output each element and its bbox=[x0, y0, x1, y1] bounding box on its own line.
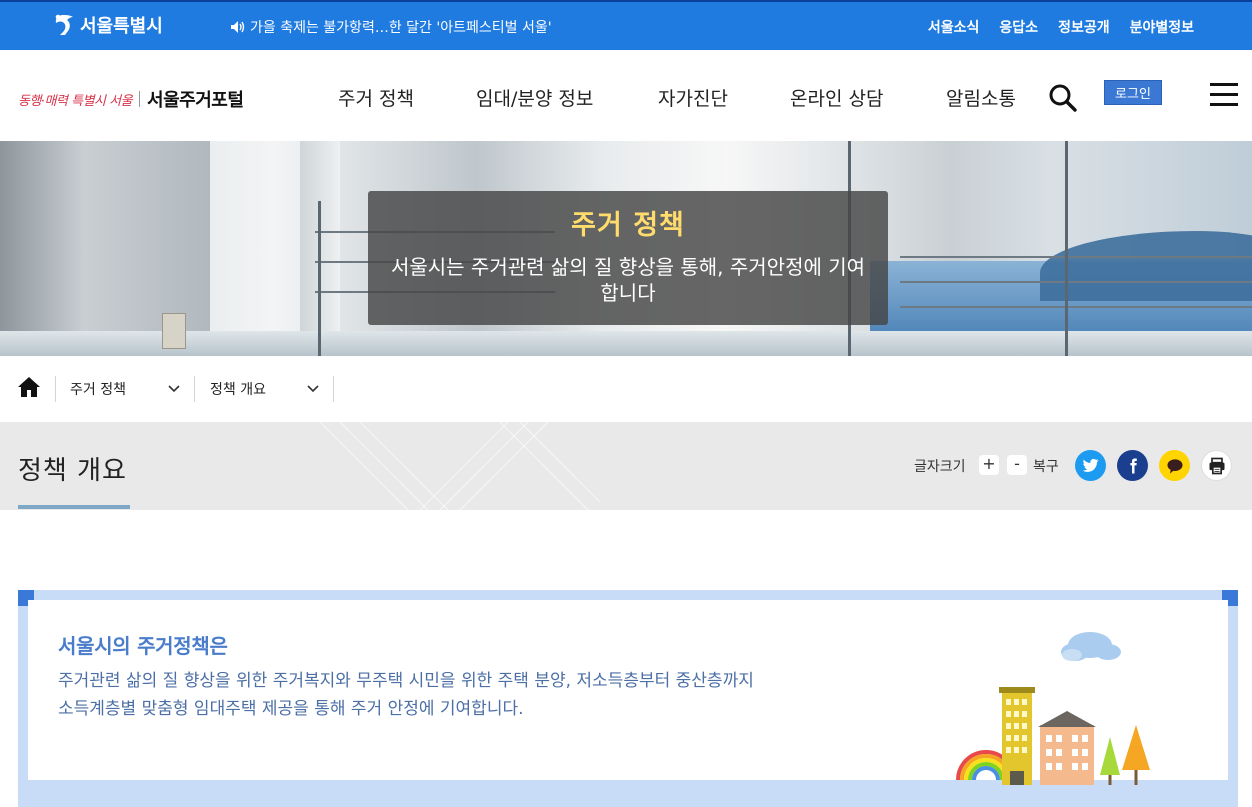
home-icon bbox=[18, 377, 40, 397]
nav-online-consult[interactable]: 온라인 상담 bbox=[790, 84, 883, 111]
wall-switch bbox=[162, 313, 186, 349]
twitter-icon bbox=[1082, 458, 1099, 472]
top-bar: 서울특별시 가을 축제는 불가항력…한 달간 '아트페스티벌 서울' 서울소식 … bbox=[0, 0, 1252, 50]
print-button[interactable] bbox=[1201, 450, 1232, 481]
seoul-logo-text: 서울특별시 bbox=[80, 16, 163, 37]
page-title-underline bbox=[18, 505, 130, 509]
nav-self-diagnosis[interactable]: 자가진단 bbox=[658, 84, 728, 111]
topnav-eungdapso[interactable]: 응답소 bbox=[999, 17, 1038, 37]
seoul-logo-icon bbox=[55, 14, 73, 35]
top-utility-nav: 서울소식 응답소 정보공개 분야별정보 bbox=[928, 17, 1194, 37]
print-icon bbox=[1209, 457, 1224, 474]
chevron-down-icon bbox=[168, 385, 180, 393]
seoul-city-logo[interactable]: 서울특별시 bbox=[50, 12, 163, 38]
hero-title: 주거 정책 bbox=[571, 210, 685, 241]
breadcrumb-level1-dropdown[interactable]: 주거 정책 bbox=[70, 376, 182, 402]
font-decrease-button[interactable]: - bbox=[1007, 455, 1027, 475]
topnav-info-disclosure[interactable]: 정보공개 bbox=[1058, 17, 1110, 37]
page-title-bar: 정책 개요 글자크기 + - 복구 bbox=[0, 422, 1252, 510]
city-illustration bbox=[956, 632, 1150, 785]
hamburger-menu-button[interactable] bbox=[1210, 83, 1238, 107]
twitter-share-button[interactable] bbox=[1075, 450, 1106, 481]
font-size-label: 글자크기 bbox=[914, 459, 966, 475]
breadcrumb: 주거 정책 정책 개요 bbox=[0, 356, 1252, 422]
search-button[interactable] bbox=[1048, 83, 1078, 113]
search-icon bbox=[1049, 84, 1077, 112]
facebook-icon bbox=[1129, 458, 1137, 473]
intro-text-line2: 소득계층별 맞춤형 임대주택 제공을 통해 주거 안정에 기여합니다. bbox=[58, 699, 524, 719]
breadcrumb-level2-label: 정책 개요 bbox=[210, 382, 266, 398]
breadcrumb-level1-label: 주거 정책 bbox=[70, 382, 126, 398]
font-reset-button[interactable]: 복구 bbox=[1033, 456, 1059, 476]
news-ticker-text[interactable]: 가을 축제는 불가항력…한 달간 '아트페스티벌 서울' bbox=[250, 17, 552, 37]
page-title: 정책 개요 bbox=[18, 456, 127, 486]
hero-banner: 주거 정책 서울시는 주거관련 삶의 질 향상을 통해, 주거안정에 기여합니다 bbox=[0, 141, 1252, 356]
hero-description: 서울시는 주거관련 삶의 질 향상을 통해, 주거안정에 기여합니다 bbox=[390, 255, 866, 305]
topnav-field-info[interactable]: 분야별정보 bbox=[1130, 17, 1194, 37]
site-header: 동행·매력 특별시 서울 서울주거포털 주거 정책 임대/분양 정보 자가진단 … bbox=[0, 50, 1252, 141]
nav-rental-sale-info[interactable]: 임대/분양 정보 bbox=[476, 84, 593, 111]
kakaotalk-share-button[interactable] bbox=[1159, 450, 1190, 481]
kakaotalk-icon bbox=[1167, 458, 1182, 473]
nav-housing-policy[interactable]: 주거 정책 bbox=[338, 84, 414, 111]
login-button[interactable]: 로그인 bbox=[1104, 80, 1162, 105]
nav-notice[interactable]: 알림소통 bbox=[946, 84, 1016, 111]
intro-text-line1: 주거관련 삶의 질 향상을 위한 주거복지와 무주택 시민을 위한 주택 분양,… bbox=[58, 671, 754, 691]
breadcrumb-home-button[interactable] bbox=[17, 376, 41, 398]
breadcrumb-level2-dropdown[interactable]: 정책 개요 bbox=[210, 376, 322, 402]
chevron-down-icon bbox=[307, 385, 319, 393]
intro-title: 서울시의 주거정책은 bbox=[58, 634, 228, 658]
speaker-icon bbox=[231, 21, 245, 33]
hero-caption: 주거 정책 서울시는 주거관련 삶의 질 향상을 통해, 주거안정에 기여합니다 bbox=[368, 191, 888, 325]
news-ticker[interactable]: 가을 축제는 불가항력…한 달간 '아트페스티벌 서울' bbox=[230, 17, 552, 37]
decorative-pattern bbox=[320, 422, 600, 510]
facebook-share-button[interactable] bbox=[1117, 450, 1148, 481]
intro-text: 주거관련 삶의 질 향상을 위한 주거복지와 무주택 시민을 위한 주택 분양,… bbox=[58, 667, 888, 723]
hamburger-icon bbox=[1210, 83, 1238, 86]
font-increase-button[interactable]: + bbox=[979, 455, 999, 475]
topnav-seoul-news[interactable]: 서울소식 bbox=[928, 17, 980, 37]
